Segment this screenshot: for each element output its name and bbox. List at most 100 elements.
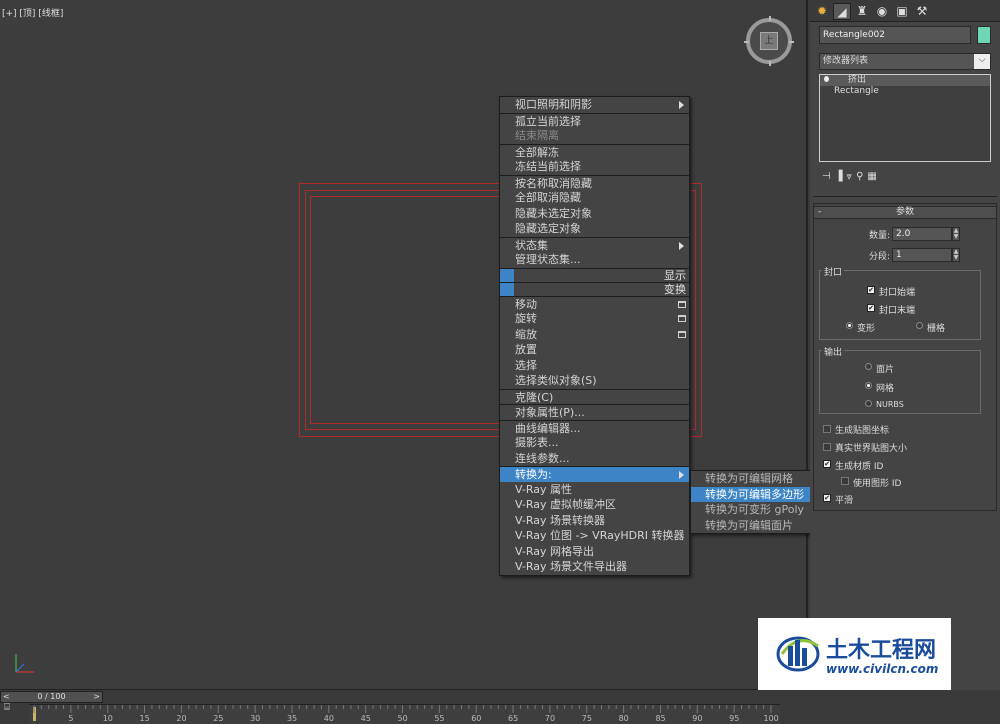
settings-box-icon[interactable]	[678, 315, 686, 322]
track-bar-keys-icon[interactable]: ⌸	[4, 702, 18, 714]
menu-item-place[interactable]: 放置	[500, 342, 689, 358]
time-slider-prev[interactable]: <	[3, 692, 10, 702]
menu-item-unhide-all[interactable]: 全部取消隐藏	[500, 190, 689, 206]
menu-item-curve-editor[interactable]: 曲线编辑器...	[500, 419, 689, 436]
submenu-arrow-icon	[679, 471, 684, 479]
stack-item-rectangle[interactable]: Rectangle	[820, 86, 990, 97]
menu-item-state-sets[interactable]: 状态集	[500, 236, 689, 253]
menu-item-vray-properties[interactable]: V-Ray 属性	[500, 482, 689, 498]
menu-item-vray-mesh-export[interactable]: V-Ray 网格导出	[500, 544, 689, 560]
object-name-field[interactable]: Rectangle002	[819, 26, 971, 44]
menu-item-freeze-selection[interactable]: 冻结当前选择	[500, 159, 689, 175]
submenu-item-editable-patch[interactable]: 转换为可编辑面片	[691, 518, 821, 534]
utilities-tab-hammer-icon[interactable]: ⚒	[913, 3, 931, 20]
menu-item-isolate-selection[interactable]: 孤立当前选择	[500, 112, 689, 129]
menu-item-unhide-by-name[interactable]: 按名称取消隐藏	[500, 174, 689, 191]
menu-item-rotate[interactable]: 旋转	[500, 311, 689, 327]
chevron-down-icon[interactable]: ⌵	[974, 54, 990, 69]
menu-item-select-similar[interactable]: 选择类似对象(S)	[500, 373, 689, 389]
viewport-label[interactable]: [+] [顶] [线框]	[2, 6, 63, 19]
axis-tripod-icon	[15, 654, 34, 673]
lightbulb-icon[interactable]	[824, 76, 829, 82]
menu-item-label: 放置	[515, 343, 537, 356]
viewcube-tick	[769, 16, 771, 21]
viewcube-tick	[769, 61, 771, 66]
menu-item-label: 转换为可编辑网格	[705, 472, 793, 485]
modifier-list-label: 修改器列表	[823, 56, 869, 66]
menu-item-label: 视口照明和阴影	[515, 98, 592, 111]
menu-item-label: 转换为可编辑面片	[705, 518, 793, 532]
track-bar-tick-label: 95	[729, 714, 740, 723]
menu-item-scale[interactable]: 缩放	[500, 327, 689, 343]
menu-item-label: 曲线编辑器...	[515, 421, 581, 435]
submenu-item-editable-mesh[interactable]: 转换为可编辑网格	[691, 471, 821, 487]
menu-item-label: 转换为可变形 gPoly	[705, 503, 805, 516]
track-bar-tick-label: 100	[763, 714, 779, 723]
track-bar-tick-label: 35	[286, 714, 298, 723]
track-bar-tick-label: 5	[68, 714, 74, 723]
settings-box-icon[interactable]	[678, 330, 686, 338]
menu-item-vray-bitmap-converter[interactable]: V-Ray 位图 -> VRayHDRI 转换器	[500, 528, 689, 544]
configure-sets-icon[interactable]: ▦	[867, 171, 880, 182]
hierarchy-tab-icon[interactable]: ♜	[853, 3, 871, 20]
menu-item-vray-scene-exporter[interactable]: V-Ray 场景文件导出器	[500, 559, 689, 575]
menu-item-convert-to[interactable]: 转换为:	[500, 466, 689, 482]
menu-item-viewport-lighting[interactable]: 视口照明和阴影	[500, 97, 689, 113]
menu-item-hide-unselected[interactable]: 隐藏未选定对象	[500, 206, 689, 222]
submenu-item-deformable-gpoly[interactable]: 转换为可变形 gPoly	[691, 502, 821, 518]
stack-item-extrude[interactable]: 挤出	[820, 75, 990, 86]
modifier-stack[interactable]: 挤出 Rectangle	[819, 74, 991, 162]
viewcube-top-face[interactable]: 上	[760, 32, 778, 50]
track-bar-tick-label: 20	[176, 714, 187, 723]
menu-item-clone[interactable]: 克隆(C)	[500, 388, 689, 405]
submenu-arrow-icon	[679, 241, 684, 250]
menu-item-select[interactable]: 选择	[500, 358, 689, 374]
display-tab-monitor-icon[interactable]: ▣	[893, 3, 911, 20]
menu-item-label: 结束隔离	[515, 129, 559, 142]
quad-header-label: 显示	[664, 268, 686, 282]
menu-item-move[interactable]: 移动	[500, 295, 689, 312]
stack-item-label: 挤出	[848, 75, 867, 85]
submenu-item-editable-poly[interactable]: 转换为可编辑多边形	[691, 486, 821, 502]
menu-item-hide-selection[interactable]: 隐藏选定对象	[500, 221, 689, 237]
quad-header-transform: 变换	[500, 281, 689, 297]
menu-item-vray-frame-buffer[interactable]: V-Ray 虚拟帧缓冲区	[500, 497, 689, 513]
track-bar[interactable]: 5 10 15 20 25 30 35 40 45 50 55 60 65 70 75 80 85 90 95 100	[29, 704, 780, 724]
watermark-url: www.civilcn.com	[826, 662, 939, 676]
menu-item-label: 状态集	[515, 238, 548, 252]
convert-to-submenu: 转换为可编辑网格 转换为可编辑多边形 转换为可变形 gPoly 转换为可编辑面片	[690, 470, 822, 534]
menu-item-end-isolate: 结束隔离	[500, 128, 689, 144]
menu-item-label: V-Ray 位图 -> VRayHDRI 转换器	[515, 529, 685, 542]
object-color-swatch[interactable]	[977, 26, 991, 44]
menu-item-object-properties[interactable]: 对象属性(P)...	[500, 404, 689, 420]
modify-tab-icon[interactable]: ◢	[833, 3, 851, 20]
track-bar-tick-label: 45	[360, 714, 371, 723]
menu-item-vray-scene-converter[interactable]: V-Ray 场景转换器	[500, 513, 689, 529]
motion-tab-icon[interactable]: ◉	[873, 3, 891, 20]
menu-item-dope-sheet[interactable]: 摄影表...	[500, 435, 689, 451]
show-end-result-icon[interactable]: ▐	[835, 171, 847, 182]
command-panel: ✹ ◢ ♜ ◉ ▣ ⚒ Rectangle002 修改器列表 ⌵ 挤出 Rect…	[810, 0, 1000, 690]
track-bar-tick-label: 40	[323, 714, 334, 723]
time-slider-next[interactable]: >	[93, 692, 100, 702]
create-tab-sun-icon[interactable]: ✹	[813, 3, 831, 20]
viewcube-tick	[789, 41, 794, 43]
remove-modifier-icon[interactable]: ⚲	[856, 171, 867, 182]
menu-item-label: V-Ray 属性	[515, 482, 572, 496]
make-unique-icon[interactable]: ⩔	[846, 171, 856, 182]
parameters-rollout	[813, 203, 997, 511]
track-bar-tick-label: 65	[508, 714, 519, 723]
menu-item-wire-parameters[interactable]: 连线参数...	[500, 451, 689, 467]
track-bar-tick-label: 15	[139, 714, 150, 723]
menu-item-label: V-Ray 场景文件导出器	[515, 560, 627, 573]
quad-header-label: 变换	[664, 282, 686, 296]
menu-item-unfreeze-all[interactable]: 全部解冻	[500, 143, 689, 160]
settings-box-icon[interactable]	[678, 300, 686, 308]
track-bar-tick-label: 75	[581, 714, 592, 723]
submenu-arrow-icon	[679, 101, 684, 109]
modifier-list-dropdown[interactable]: 修改器列表 ⌵	[819, 53, 991, 70]
viewcube[interactable]: 上	[744, 16, 794, 66]
menu-item-manage-state-sets[interactable]: 管理状态集...	[500, 252, 689, 268]
track-bar-tick-label: 25	[213, 714, 224, 723]
pin-stack-icon[interactable]: ⊣	[822, 171, 835, 182]
